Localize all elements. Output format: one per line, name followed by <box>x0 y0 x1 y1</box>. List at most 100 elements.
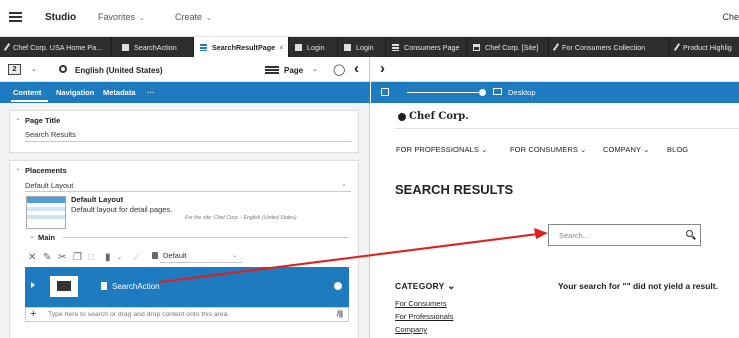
category-link-company[interactable]: Company <box>395 325 427 334</box>
section-divider <box>63 237 349 238</box>
more-tabs-icon[interactable]: ··· <box>147 88 155 97</box>
favorites-menu[interactable]: Favorites ⌄ <box>98 12 145 22</box>
tab-label: For Consumers Collection <box>562 42 646 52</box>
document-icon <box>101 282 107 290</box>
chevron-down-icon[interactable]: ⌄ <box>15 164 21 172</box>
link-icon[interactable]: ∕ <box>136 252 138 263</box>
pencil-icon[interactable]: ✎ <box>43 252 51 263</box>
preview-device-bar: Desktop <box>371 82 739 103</box>
view-mode-label[interactable]: Page <box>284 66 303 75</box>
search-results-heading: SEARCH RESULTS <box>395 182 514 197</box>
add-icon[interactable]: + <box>30 308 36 320</box>
copy-icon[interactable]: ❐ <box>73 252 82 263</box>
layout-select[interactable]: Default Layout <box>25 181 73 190</box>
chevron-down-icon: ⌄ <box>447 281 456 292</box>
tab-consumers-page[interactable]: Consumers Page <box>386 37 467 57</box>
nav-blog[interactable]: BLOG <box>667 145 688 154</box>
locale-label[interactable]: English (United States) <box>75 66 163 75</box>
device-slider-track[interactable] <box>407 92 482 93</box>
content-dropzone[interactable]: + Type here to search or drag and drop c… <box>25 307 349 322</box>
expand-right-icon[interactable]: › <box>380 60 385 77</box>
category-filter[interactable]: CATEGORY ⌄ <box>395 281 456 292</box>
document-tabs: Chef Corp. USA Home Pa... SearchAction S… <box>0 37 739 57</box>
chevron-down-icon[interactable]: ⌄ <box>232 252 237 259</box>
preview-toolbar: › <box>371 57 739 82</box>
tab-content[interactable]: Content <box>13 88 41 97</box>
close-icon[interactable]: × <box>279 43 283 52</box>
nav-label: FOR PROFESSIONALS <box>396 145 479 154</box>
tab-label: SearchResultPage <box>212 42 276 52</box>
dropzone-placeholder[interactable]: Type here to search or drag and drop con… <box>48 311 229 318</box>
paste-icon[interactable]: □ <box>88 252 94 263</box>
pencil-icon <box>3 43 11 51</box>
chevron-down-icon[interactable]: ⌄ <box>29 232 35 240</box>
tab-search-result-page[interactable]: SearchResultPage × <box>194 37 289 57</box>
lightbulb-icon[interactable]: ◯ <box>333 63 345 76</box>
globe-icon <box>334 282 342 290</box>
tab-login-2[interactable]: Login <box>338 37 386 57</box>
document-icon <box>295 43 302 51</box>
app-brand[interactable]: Studio <box>45 12 76 23</box>
field-underline <box>25 191 351 192</box>
category-link-consumers[interactable]: For Consumers <box>395 299 447 308</box>
document-icon <box>344 43 351 51</box>
create-menu[interactable]: Create ⌄ <box>175 12 212 22</box>
page-title-field[interactable]: Search Results <box>25 130 76 139</box>
page-preview: Chef Corp. FOR PROFESSIONALS ⌄ FOR CONSU… <box>371 103 739 338</box>
chevron-down-icon: ⌄ <box>580 145 587 154</box>
page-view-icon[interactable] <box>265 66 279 74</box>
device-label: Desktop <box>508 88 536 97</box>
nav-for-professionals[interactable]: FOR PROFESSIONALS ⌄ <box>396 145 488 154</box>
fullscreen-icon[interactable] <box>381 88 389 96</box>
page-list-icon <box>392 43 399 51</box>
tab-label: SearchAction <box>134 42 177 52</box>
tab-chef-corp-site[interactable]: Chef Corp. [Site] <box>467 37 549 57</box>
search-icon[interactable] <box>686 230 693 237</box>
visibility-select[interactable]: Default <box>163 251 187 260</box>
chevron-down-icon[interactable]: ⌄ <box>312 65 318 73</box>
remove-icon[interactable]: ✕ <box>28 252 36 263</box>
site-icon <box>473 43 480 51</box>
chevron-down-icon[interactable]: ⌄ <box>31 65 37 73</box>
tab-product-highlights[interactable]: Product Highlig <box>670 37 739 57</box>
chevron-down-icon: ⌄ <box>139 15 145 22</box>
hamburger-menu-icon[interactable] <box>9 12 22 22</box>
active-tab-indicator <box>11 100 48 102</box>
layout-site: For the site: Chef Corp. - English (Unit… <box>185 215 297 221</box>
user-menu[interactable]: Che <box>722 12 739 22</box>
tab-metadata[interactable]: Metadata <box>103 88 136 97</box>
site-logo[interactable]: Chef Corp. <box>409 111 469 122</box>
header-divider <box>395 128 739 129</box>
layout-description: Default layout for detail pages. <box>71 205 173 214</box>
library-icon[interactable]: /|| <box>337 311 343 318</box>
placed-content-label[interactable]: SearchAction <box>112 282 160 291</box>
chevron-down-icon[interactable]: ⌄ <box>117 254 122 261</box>
lock-icon <box>152 252 158 259</box>
create-menu-label: Create <box>175 12 203 22</box>
tab-search-action[interactable]: SearchAction <box>112 37 194 57</box>
monitor-icon <box>493 88 502 95</box>
tab-navigation[interactable]: Navigation <box>56 88 94 97</box>
expand-arrow-icon[interactable] <box>31 282 35 288</box>
cut-icon[interactable]: ✂ <box>58 252 66 263</box>
tab-home-page[interactable]: Chef Corp. USA Home Pa... <box>0 37 112 57</box>
tab-for-consumers-collection[interactable]: For Consumers Collection <box>549 37 670 57</box>
top-app-bar: Studio Favorites ⌄ Create ⌄ Che <box>0 0 739 37</box>
collapse-left-icon[interactable]: ‹ <box>354 60 359 77</box>
search-box[interactable]: Search... <box>548 224 701 246</box>
view-icon[interactable]: ▮ <box>105 252 111 263</box>
nav-for-consumers[interactable]: FOR CONSUMERS ⌄ <box>510 145 587 154</box>
layout-switch-icon[interactable]: 2 <box>8 64 21 75</box>
chevron-down-icon: ⌄ <box>206 15 212 22</box>
category-label: CATEGORY <box>395 281 445 291</box>
nav-company[interactable]: COMPANY ⌄ <box>603 145 650 154</box>
tab-login[interactable]: Login <box>289 37 338 57</box>
pencil-icon <box>552 43 560 51</box>
search-input[interactable]: Search... <box>559 231 589 240</box>
page-title-section: ⌄ Page Title Search Results <box>9 110 359 153</box>
chevron-down-icon[interactable]: ⌄ <box>15 114 21 122</box>
device-slider-handle[interactable] <box>479 89 486 96</box>
chevron-down-icon[interactable]: ⌄ <box>341 180 347 188</box>
category-link-professionals[interactable]: For Professionals <box>395 312 453 321</box>
placed-content-row[interactable]: SearchAction <box>25 267 349 307</box>
